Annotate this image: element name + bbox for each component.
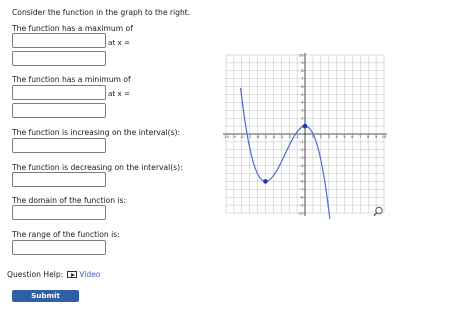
x-tick-label: 2 [320, 135, 322, 139]
x-tick-label: 3 [328, 135, 330, 139]
video-link[interactable]: Video [67, 270, 101, 279]
instructions: Consider the function in the graph to th… [12, 8, 191, 17]
y-tick-label: -5 [300, 172, 304, 176]
range-question: The range of the function is: [12, 230, 120, 239]
y-tick-label: 10 [299, 53, 304, 57]
x-tick-label: 10 [382, 135, 387, 139]
magnify-icon[interactable] [373, 206, 384, 217]
x-tick-label: 8 [367, 135, 370, 139]
y-tick-label: 6 [301, 85, 304, 89]
y-tick-label: -9 [300, 203, 304, 207]
function-graph: -10 -9 -8 -7 -6 -5 -4 -3 -2 -1 1 2 3 4 5 6 7 8 9 10 1098765… [222, 53, 388, 219]
x-tick-label: -2 [287, 135, 291, 139]
question-help: Question Help: Video [7, 270, 101, 279]
increasing-question: The function is increasing on the interv… [12, 128, 181, 137]
x-tick-label: -1 [295, 135, 299, 139]
x-tick-label: -6 [256, 135, 260, 139]
x-tick-label: 5 [343, 135, 345, 139]
y-tick-label: -3 [300, 156, 304, 160]
y-tick-label: 3 [301, 109, 303, 113]
extremum-point [263, 179, 268, 184]
extremum-point [302, 123, 308, 129]
increasing-input[interactable] [12, 138, 106, 153]
x-tick-label: -3 [280, 135, 284, 139]
decreasing-input[interactable] [12, 172, 106, 187]
x-tick-label: 7 [359, 135, 361, 139]
y-tick-label: -10 [298, 211, 305, 215]
y-tick-label: 7 [301, 77, 303, 81]
question-help-label: Question Help: [7, 270, 64, 279]
domain-question: The domain of the function is: [12, 196, 127, 205]
y-tick-label: -4 [300, 164, 304, 168]
video-link-label: Video [79, 270, 101, 279]
min-x-input[interactable] [12, 103, 106, 118]
video-play-icon [67, 271, 78, 278]
range-input[interactable] [12, 240, 106, 255]
y-tick-label: -6 [300, 180, 304, 184]
x-tick-label: -10 [223, 135, 230, 139]
y-tick-label: -8 [300, 196, 304, 200]
y-tick-label: -7 [300, 188, 304, 192]
y-tick-label: 9 [301, 61, 304, 65]
y-tick-label: 4 [301, 101, 304, 105]
min-at-x-label: at x = [108, 89, 131, 98]
domain-input[interactable] [12, 205, 106, 220]
x-tick-label: 6 [351, 135, 354, 139]
min-question: The function has a minimum of [12, 75, 131, 84]
x-tick-label: -9 [232, 135, 236, 139]
max-x-input[interactable] [12, 51, 106, 66]
min-value-input[interactable] [12, 85, 106, 100]
max-question: The function has a maximum of [12, 24, 133, 33]
y-tick-label: 2 [301, 117, 303, 121]
x-tick-label: 4 [335, 135, 338, 139]
max-at-x-label: at x = [108, 38, 131, 47]
y-tick-label: 8 [301, 69, 304, 73]
x-tick-label: -8 [240, 135, 244, 139]
max-value-input[interactable] [12, 33, 106, 48]
decreasing-question: The function is decreasing on the interv… [12, 163, 183, 172]
x-tick-label: 9 [375, 135, 378, 139]
function-curve [240, 87, 331, 219]
x-tick-label: -5 [264, 135, 268, 139]
y-tick-label: -2 [300, 148, 304, 152]
x-tick-label: -4 [272, 135, 276, 139]
y-tick-label: 5 [301, 93, 303, 97]
submit-question-button[interactable]: Submit Question [12, 290, 79, 312]
y-tick-label: -1 [300, 140, 304, 144]
